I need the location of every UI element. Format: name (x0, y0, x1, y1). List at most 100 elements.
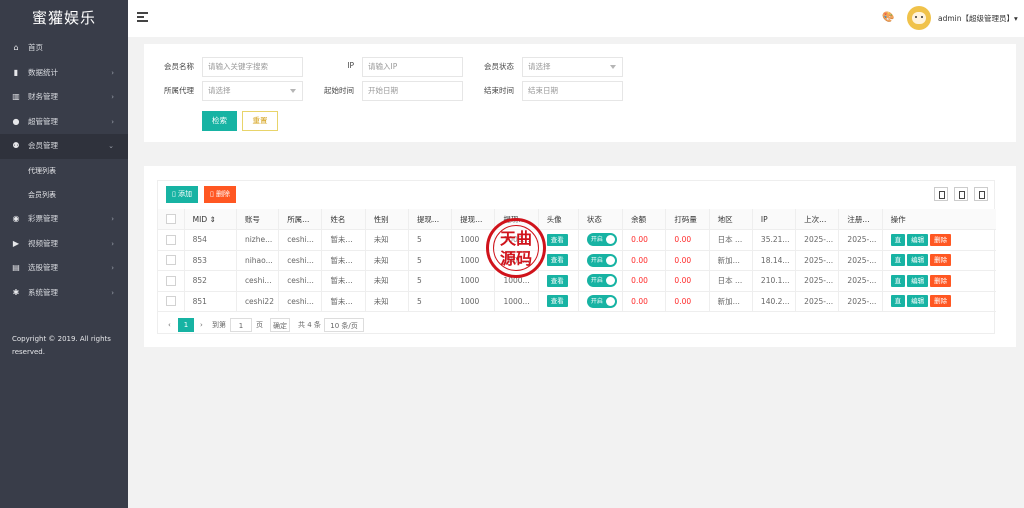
sidebar-item-user[interactable]: ● 超管管理 › (0, 110, 128, 135)
row-checkbox[interactable] (166, 275, 176, 286)
cell-gender: 未知 (364, 270, 409, 292)
page-current[interactable]: 1 (178, 318, 194, 332)
detail-button[interactable]: 直 (890, 274, 906, 287)
status-toggle[interactable]: 开启 (586, 274, 617, 288)
chevron-icon: › (111, 239, 114, 248)
page-unit: 页 (256, 321, 263, 329)
header-cell[interactable]: MID ⇕ (183, 209, 237, 230)
cell-mid: 851 (183, 291, 237, 312)
row-delete-button[interactable]: 删除 (930, 274, 952, 287)
cell-account: ceshi... (235, 270, 279, 292)
sidebar-item-gamepad[interactable]: ◉ 彩票管理 › (0, 207, 128, 232)
select-all-checkbox[interactable] (166, 214, 176, 224)
edit-button[interactable]: 编辑 (907, 295, 929, 308)
avatar[interactable] (907, 6, 931, 30)
table-cell (158, 250, 185, 271)
header-cell: IP (751, 209, 796, 230)
sidebar-item-settings[interactable]: ✱ 系统管理 › (0, 281, 128, 306)
view-avatar-button[interactable]: 查看 (546, 274, 568, 287)
detail-button[interactable]: 直 (890, 254, 906, 267)
status-toggle[interactable]: 开启 (586, 253, 617, 267)
cell-reg: 2025-... (838, 291, 883, 312)
reset-button[interactable]: 重置 (242, 111, 278, 131)
cell-agent: ceshi... (278, 229, 322, 251)
sidebar-subitem-agent-list[interactable]: 代理列表 (0, 159, 128, 183)
sidebar: 蜜獾娱乐 ⌂ 首页 ▮ 数据统计 › ▥ 财务管理 › ● 超管管理 › ⚉ 会员管理 ⌄ 代理列表 会员… (0, 0, 128, 508)
sidebar-item-bank[interactable]: ▥ 财务管理 › (0, 85, 128, 110)
sidebar-item-label: 数据统计 (28, 67, 58, 77)
delete-button[interactable]: ▯ 删除 (204, 186, 236, 203)
table-header-row: MID ⇕ 账号 所属... 姓名 性别 提现... 提现... 提现... 头像 状态 余额 打码量… (158, 209, 996, 230)
row-checkbox[interactable] (166, 255, 176, 266)
row-checkbox[interactable] (166, 296, 176, 307)
cell-agent: ceshi... (278, 291, 322, 312)
cell-ip: 18.14... (751, 250, 796, 271)
cell-region: 日本 ... (708, 229, 753, 251)
prev-page-icon[interactable]: ‹ (168, 318, 171, 332)
cell-account: ceshi22 (235, 291, 279, 312)
cell-gender: 未知 (364, 250, 409, 271)
watermark-line-2: 源码 (499, 249, 532, 268)
row-delete-button[interactable]: 删除 (930, 254, 952, 267)
agent-select[interactable]: 请选择 (202, 81, 303, 101)
sidebar-subitem-member-list[interactable]: 会员列表 (0, 183, 128, 207)
cell-actions: 直编辑 删除 (881, 270, 996, 292)
sidebar-item-label: 视频管理 (28, 238, 58, 248)
sidebar-item-ticket[interactable]: ▤ 选股管理 › (0, 256, 128, 281)
sidebar-item-users[interactable]: ⚉ 会员管理 ⌄ (0, 134, 128, 159)
export-icon[interactable] (954, 187, 968, 201)
header-cell: 提现... (451, 209, 495, 230)
cell-w1: 5 (407, 270, 452, 292)
view-avatar-button[interactable]: 查看 (546, 295, 568, 308)
add-button[interactable]: ▯ 添加 (166, 186, 198, 203)
menu-toggle-icon[interactable] (137, 12, 148, 22)
cell-balance: 0.00 (622, 270, 666, 292)
row-delete-button[interactable]: 删除 (930, 233, 952, 246)
start-date-input[interactable]: 开始日期 (362, 81, 463, 101)
detail-button[interactable]: 直 (890, 233, 906, 246)
cell-ip: 210.1... (751, 270, 796, 292)
header-cell: 打码量 (665, 209, 710, 230)
table-cell (158, 291, 185, 312)
status-toggle[interactable]: 开启 (586, 294, 617, 308)
view-avatar-button[interactable]: 查看 (546, 254, 568, 267)
header-cell: 上次... (795, 209, 839, 230)
cell-code: 0.00 (665, 250, 710, 271)
member-status-select[interactable]: 请选择 (522, 57, 623, 77)
sidebar-item-home[interactable]: ⌂ 首页 (0, 36, 128, 61)
row-delete-button[interactable]: 删除 (930, 295, 952, 308)
cell-avatar: 查看 (537, 270, 579, 292)
theme-palette-icon[interactable]: 🎨 (882, 12, 894, 23)
end-date-input[interactable]: 结束日期 (522, 81, 623, 101)
user-menu[interactable]: admin【超级管理员】▾ (938, 13, 1018, 24)
page-confirm-button[interactable]: 确定 (270, 318, 290, 332)
chevron-icon: ⌄ (108, 142, 114, 151)
print-icon[interactable] (974, 187, 988, 201)
detail-button[interactable]: 直 (890, 295, 906, 308)
header-cell: 提现... (407, 209, 452, 230)
cell-account: nihao... (235, 250, 279, 271)
page-input[interactable]: 1 (230, 318, 252, 332)
edit-button[interactable]: 编辑 (907, 274, 929, 287)
header-cell: 状态 (577, 209, 623, 230)
view-avatar-button[interactable]: 查看 (546, 233, 568, 246)
edit-button[interactable]: 编辑 (907, 233, 929, 246)
search-button[interactable]: 检索 (202, 111, 237, 131)
next-page-icon[interactable]: › (200, 318, 203, 332)
member-name-label: 会员名称 (164, 62, 194, 71)
sidebar-item-video[interactable]: ▶ 视频管理 › (0, 232, 128, 257)
chevron-icon: › (111, 93, 114, 102)
edit-button[interactable]: 编辑 (907, 254, 929, 267)
sidebar-item-label: 选股管理 (28, 263, 58, 273)
row-checkbox[interactable] (166, 234, 176, 245)
cell-region: 日本 ... (708, 270, 753, 292)
filter-columns-icon[interactable] (934, 187, 948, 201)
search-panel: 会员名称 请输入关键字搜索 IP 请输入IP 会员状态 请选择 所属代理 请选择… (144, 44, 1016, 142)
sidebar-item-bar-chart[interactable]: ▮ 数据统计 › (0, 61, 128, 86)
status-toggle[interactable]: 开启 (586, 233, 617, 247)
page-size-select[interactable]: 10 条/页 (324, 318, 364, 332)
member-name-input[interactable]: 请输入关键字搜索 (202, 57, 303, 77)
app-logo: 蜜獾娱乐 (31, 9, 96, 27)
ip-input[interactable]: 请输入IP (362, 57, 463, 77)
cell-reg: 2025-... (838, 250, 883, 271)
